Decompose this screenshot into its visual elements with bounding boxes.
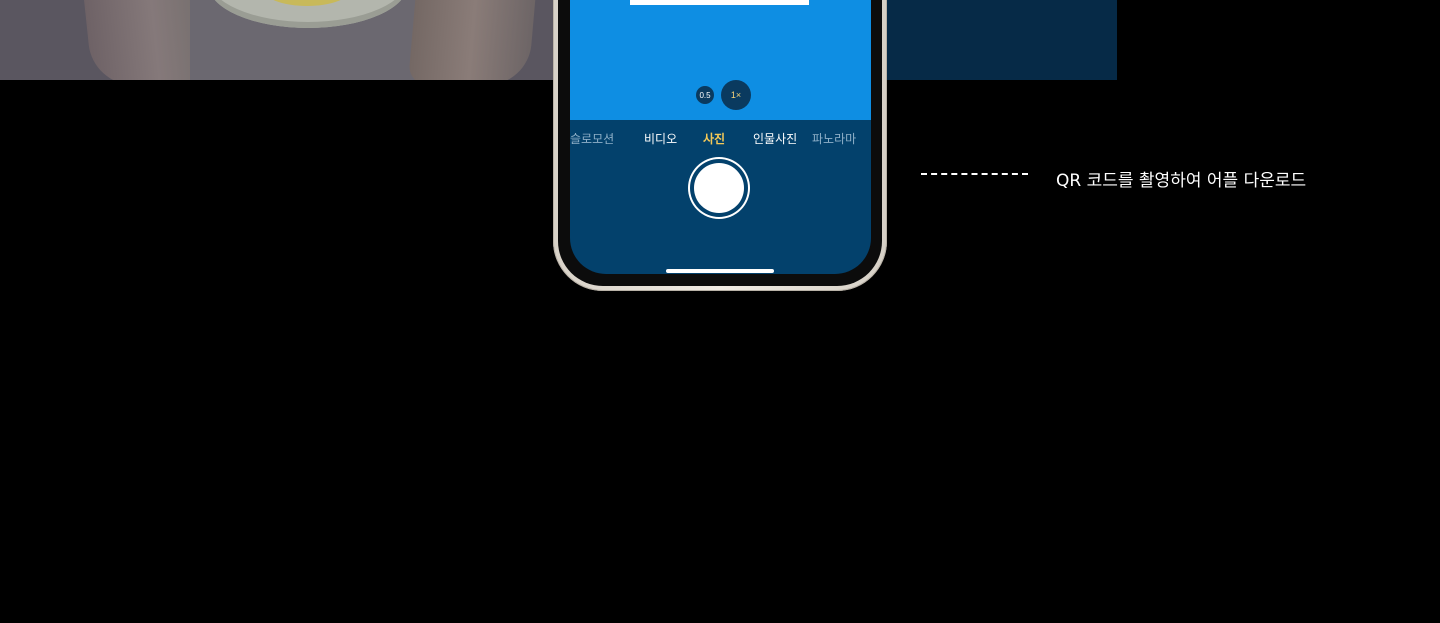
- background-photo: [0, 0, 560, 80]
- app-promo-section: 0.5 1× 슬로모션 비디오 사진 인물사진 파노라마 QR 코드를 촬영하여…: [0, 0, 1440, 623]
- zoom-1x-button[interactable]: 1×: [721, 80, 751, 110]
- photo-arm-left: [83, 0, 205, 80]
- shutter-inner-circle: [694, 163, 744, 213]
- camera-screen: 0.5 1× 슬로모션 비디오 사진 인물사진 파노라마: [570, 0, 871, 274]
- mode-panorama[interactable]: 파노라마: [812, 130, 856, 147]
- mode-slowmotion[interactable]: 슬로모션: [570, 130, 614, 147]
- photo-arm-right: [407, 0, 537, 80]
- zoom-0.5-button[interactable]: 0.5: [696, 86, 714, 104]
- camera-viewfinder: 0.5 1×: [570, 0, 871, 120]
- home-indicator: [666, 269, 774, 273]
- mode-video[interactable]: 비디오: [644, 130, 677, 147]
- phone-mockup: 0.5 1× 슬로모션 비디오 사진 인물사진 파노라마: [553, 0, 887, 291]
- qr-download-callout: QR 코드를 촬영하여 어플 다운로드: [1056, 171, 1307, 191]
- qr-code-bar: [630, 0, 809, 5]
- camera-mode-selector: 슬로모션 비디오 사진 인물사진 파노라마: [570, 130, 871, 148]
- mode-portrait[interactable]: 인물사진: [753, 130, 797, 147]
- shutter-button[interactable]: [690, 159, 748, 217]
- mode-photo[interactable]: 사진: [703, 130, 725, 147]
- callout-dashed-line: [921, 173, 1028, 175]
